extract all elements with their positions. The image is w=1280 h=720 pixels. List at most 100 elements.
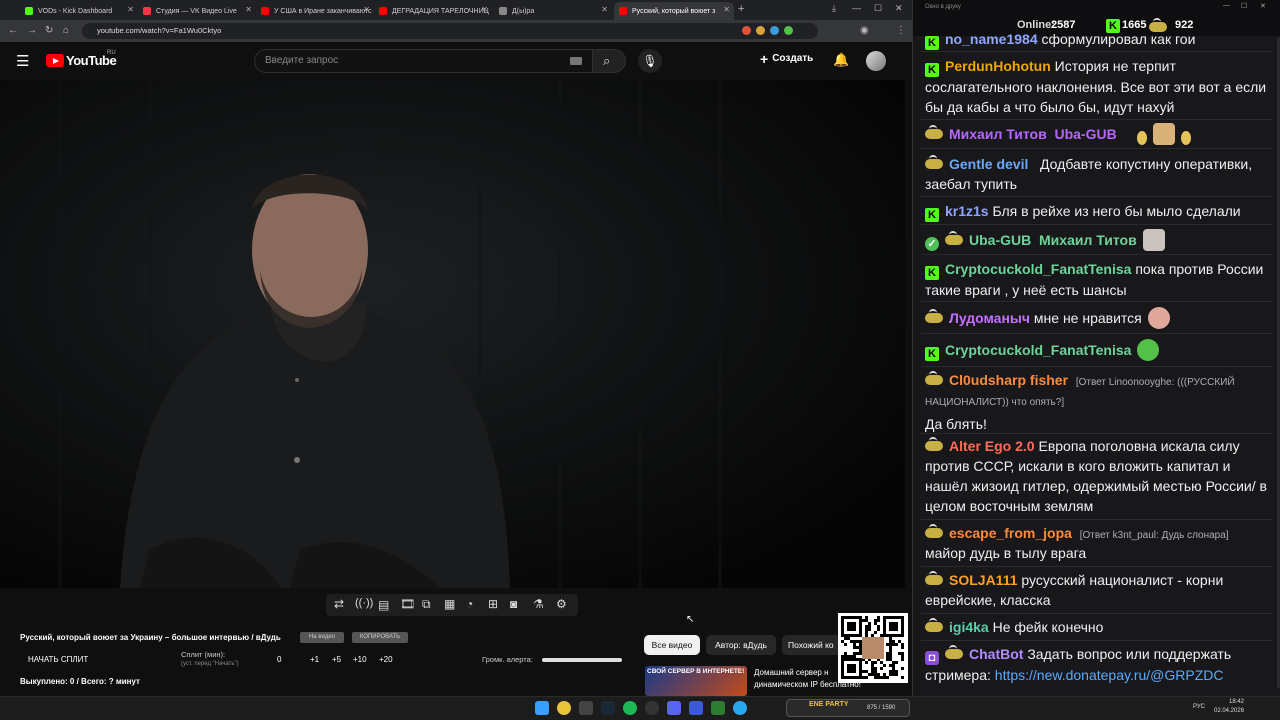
- youtube-logo-icon[interactable]: [46, 54, 64, 67]
- browser-tab-kick[interactable]: VODs - Kick Dashboard ✕: [20, 2, 138, 20]
- chat-mention[interactable]: Михаил Титов: [1039, 232, 1137, 248]
- chat-username[interactable]: SOLJA111: [949, 572, 1018, 588]
- create-button[interactable]: + Создать: [760, 52, 813, 66]
- mic-icon[interactable]: 🎙: [638, 49, 662, 73]
- chat-mention[interactable]: Uba-GUB: [1054, 126, 1116, 142]
- tab-title: VODs - Kick Dashboard: [38, 7, 113, 15]
- start-icon[interactable]: [535, 701, 549, 715]
- chat-username[interactable]: ChatBot: [969, 646, 1023, 662]
- extension-icon[interactable]: [770, 26, 779, 35]
- filter-chip-author[interactable]: Автор: вДудь: [706, 635, 776, 655]
- forward-icon[interactable]: →: [27, 24, 37, 38]
- close-icon[interactable]: ✕: [245, 5, 252, 14]
- avatar[interactable]: [866, 51, 886, 71]
- app-icon[interactable]: [689, 701, 703, 715]
- start-split-button[interactable]: НАЧАТЬ СПЛИТ: [28, 655, 88, 664]
- new-tab-button[interactable]: +: [738, 3, 744, 15]
- back-icon[interactable]: ←: [8, 24, 18, 38]
- close-icon[interactable]: ✕: [723, 5, 730, 14]
- filter-chip-all[interactable]: Все видео: [644, 635, 700, 655]
- close-icon[interactable]: ✕: [481, 5, 488, 14]
- gear-icon[interactable]: ⚙: [556, 597, 567, 611]
- split-plus-10[interactable]: +10: [353, 655, 367, 664]
- split-plus-20[interactable]: +20: [379, 655, 393, 664]
- close-icon[interactable]: ✕: [127, 5, 134, 14]
- camera-icon[interactable]: ◙: [510, 597, 517, 611]
- url-field[interactable]: youtube.com/watch?v=Fa1Wu0Cktyo: [82, 23, 818, 39]
- promo-thumbnail[interactable]: СВОЙ СЕРВЕР В ИНТЕРНЕТЕ!: [645, 666, 747, 696]
- app-icon[interactable]: [711, 701, 725, 715]
- tray-widget[interactable]: ENE PARTY 875 / 1590: [786, 699, 910, 717]
- broadcast-icon[interactable]: ((·)): [355, 597, 373, 609]
- chat-username[interactable]: Cryptocuckold_FanatTenisa: [945, 261, 1131, 277]
- menu-dots-icon[interactable]: ⋮: [896, 24, 906, 38]
- search-input[interactable]: Введите запрос: [254, 49, 594, 73]
- window-minimize-button[interactable]: —: [1223, 2, 1230, 9]
- telegram-icon[interactable]: [733, 701, 747, 715]
- chat-username[interactable]: Uba-GUB: [969, 232, 1031, 248]
- home-icon[interactable]: ⌂: [63, 24, 69, 38]
- spotify-icon[interactable]: [623, 701, 637, 715]
- keyboard-icon[interactable]: [570, 57, 582, 65]
- add-clip-icon[interactable]: ⊞: [488, 597, 498, 611]
- minimize-button[interactable]: —: [852, 3, 861, 13]
- tab-title: У США в Иране заканчиваютс: [274, 7, 372, 15]
- download-icon[interactable]: ⤓: [832, 3, 836, 14]
- hamburger-menu-icon[interactable]: ☰: [16, 52, 29, 70]
- extension-icon[interactable]: [784, 26, 793, 35]
- bell-icon[interactable]: 🔔: [833, 52, 849, 68]
- clock-date[interactable]: 02.04.2026: [1214, 708, 1244, 714]
- steam-icon[interactable]: [601, 701, 615, 715]
- video-player[interactable]: [0, 80, 905, 588]
- chat-username[interactable]: Cl0udsharp fisher: [949, 372, 1068, 388]
- speed-icon[interactable]: ◔: [466, 597, 473, 611]
- close-icon[interactable]: ✕: [363, 5, 370, 14]
- extension-icon[interactable]: [756, 26, 765, 35]
- donate-link[interactable]: https://new.donatepay.ru/@GRPZDC: [995, 667, 1224, 683]
- copy-button[interactable]: КОПИРОВАТЬ: [352, 632, 408, 643]
- extension-icon[interactable]: [742, 26, 751, 35]
- chat-username[interactable]: igi4ka: [949, 619, 989, 635]
- browser-tab-youtube-2[interactable]: ДЕГРАДАЦИЯ ТАРЕЛОЧНИЦ ✕: [374, 2, 492, 20]
- pip-icon[interactable]: ⧉: [422, 597, 431, 612]
- frames-icon[interactable]: ▦: [444, 597, 455, 611]
- obs-icon[interactable]: [645, 701, 659, 715]
- chat-message: K Cryptocuckold_FanatTenisa пока против Р…: [921, 259, 1273, 300]
- clock-time[interactable]: 18:42: [1229, 699, 1244, 705]
- chat-username[interactable]: kr1z1s: [945, 203, 989, 219]
- film-icon[interactable]: 🎞: [400, 597, 415, 611]
- split-plus-5[interactable]: +5: [332, 655, 341, 664]
- chat-username[interactable]: Cryptocuckold_FanatTenisa: [945, 342, 1131, 358]
- browser-tab-active[interactable]: Русский, который воюет з ✕: [614, 2, 734, 20]
- window-maximize-button[interactable]: ☐: [1241, 2, 1247, 10]
- split-plus-1[interactable]: +1: [310, 655, 319, 664]
- chat-username[interactable]: escape_from_jopa: [949, 525, 1072, 541]
- chat-username[interactable]: PerdunHohotun: [945, 58, 1051, 74]
- explorer-icon[interactable]: [579, 701, 593, 715]
- playlist-icon[interactable]: ▤: [378, 598, 389, 612]
- promo-text-1[interactable]: Домашний сервер н: [754, 668, 829, 677]
- chat-username[interactable]: Alter Ego 2.0: [949, 438, 1035, 454]
- chat-username[interactable]: no_name1984: [945, 31, 1038, 47]
- browser-tab-dyra[interactable]: Д(ы)ра ✕: [494, 2, 612, 20]
- flask-icon[interactable]: ⚗: [533, 597, 544, 611]
- chrome-icon[interactable]: [557, 701, 571, 715]
- reload-icon[interactable]: ↻: [45, 24, 53, 38]
- chat-username[interactable]: Михаил Титов: [949, 126, 1047, 142]
- loop-icon[interactable]: ⇄: [334, 597, 344, 611]
- window-close-button[interactable]: ✕: [1260, 2, 1266, 10]
- browser-tab-youtube-1[interactable]: У США в Иране заканчиваютс ✕: [256, 2, 374, 20]
- browser-tab-vk[interactable]: Студия — VK Видео Live ✕: [138, 2, 256, 20]
- on-video-tag[interactable]: На видео: [300, 632, 344, 643]
- search-button[interactable]: ⌕: [592, 49, 626, 73]
- close-icon[interactable]: ✕: [601, 5, 608, 14]
- profile-icon[interactable]: ◉: [860, 24, 869, 38]
- chat-username[interactable]: Gentle devil: [949, 156, 1028, 172]
- filter-chip-similar[interactable]: Похожий ко: [782, 635, 838, 655]
- maximize-button[interactable]: ☐: [874, 3, 882, 14]
- discord-icon[interactable]: [667, 701, 681, 715]
- chat-username[interactable]: Лудоманыч: [949, 310, 1030, 326]
- close-window-button[interactable]: ✕: [895, 3, 903, 14]
- language-indicator[interactable]: РУС: [1193, 704, 1205, 710]
- alert-volume-slider[interactable]: [542, 658, 622, 662]
